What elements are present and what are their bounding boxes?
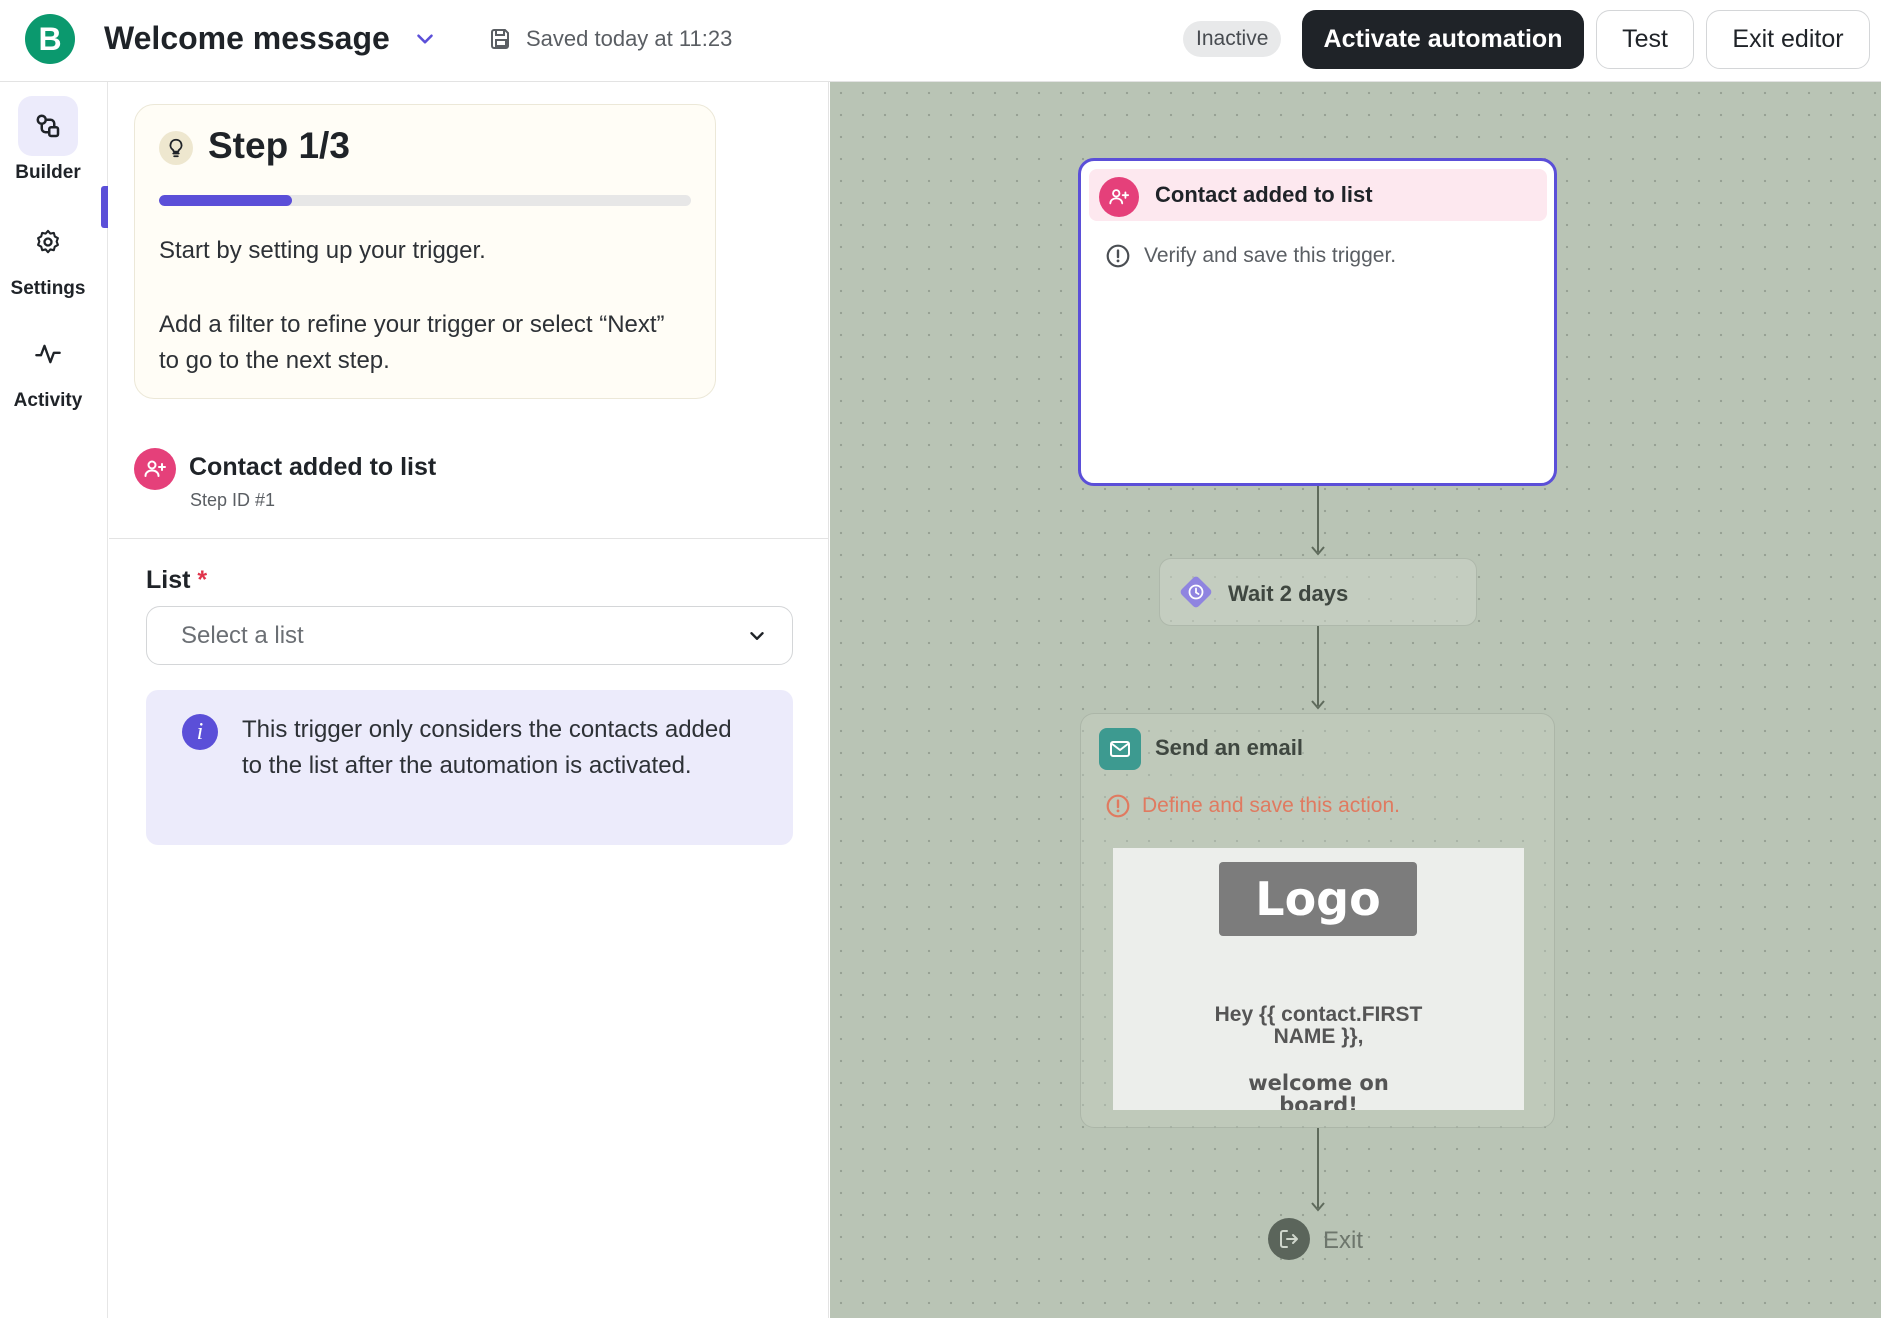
save-icon <box>491 29 509 49</box>
send-email-node[interactable]: Send an email Define and save this actio… <box>1080 713 1555 1128</box>
chevron-down-icon[interactable] <box>412 26 438 52</box>
contact-add-icon <box>1099 177 1139 217</box>
arrow-down-icon <box>1311 1202 1325 1212</box>
trigger-node-header: Contact added to list <box>1089 169 1547 221</box>
nav-icon-container <box>18 324 78 384</box>
top-bar: B Welcome message Saved today at 11:23 I… <box>0 0 1881 82</box>
nav-item-settings[interactable]: Settings <box>0 212 96 300</box>
list-label-text: List <box>146 566 191 594</box>
saved-status-text: Saved today at 11:23 <box>526 26 733 51</box>
connector-line <box>1317 486 1319 552</box>
required-mark: * <box>197 566 208 594</box>
exit-node-label: Exit <box>1323 1227 1364 1254</box>
arrow-down-icon <box>1311 700 1325 710</box>
step-instruction: Start by setting up your trigger. <box>159 237 486 264</box>
wait-node-label: Wait 2 days <box>1228 581 1349 606</box>
lightbulb-icon <box>159 131 193 165</box>
step-progress-bar <box>159 195 691 206</box>
list-select[interactable]: Select a list <box>146 606 793 665</box>
list-field-label: List * <box>146 566 207 595</box>
nav-active-indicator <box>101 186 108 228</box>
activate-automation-button[interactable]: Activate automation <box>1302 10 1584 69</box>
nav-item-builder[interactable]: Builder <box>0 96 96 184</box>
builder-icon <box>36 114 60 138</box>
trigger-node-warning: Verify and save this trigger. <box>1144 244 1397 267</box>
connector-line <box>1317 626 1319 706</box>
exit-node[interactable]: Exit <box>1268 1218 1388 1260</box>
chevron-down-icon <box>750 632 764 640</box>
arrow-down-icon <box>1311 546 1325 556</box>
info-icon: i <box>182 714 218 750</box>
email-node-title: Send an email <box>1155 735 1303 760</box>
trigger-title: Contact added to list <box>189 453 437 481</box>
test-button[interactable]: Test <box>1596 10 1694 69</box>
email-preview-thumbnail[interactable]: Logo Hey {{ contact.FIRSTNAME }}, welcom… <box>1113 848 1524 1110</box>
trigger-node[interactable]: Contact added to list Verify and save th… <box>1078 158 1557 486</box>
trigger-step-id: Step ID #1 <box>190 490 276 510</box>
trigger-node-title: Contact added to list <box>1155 182 1373 207</box>
wait-node[interactable]: Wait 2 days <box>1159 558 1477 626</box>
activity-icon <box>35 344 61 364</box>
nav-label-activity: Activity <box>13 390 83 411</box>
nav-label-builder: Builder <box>15 162 81 183</box>
brand-logo[interactable]: B <box>25 14 75 64</box>
contact-add-icon <box>134 448 176 490</box>
preview-logo-placeholder: Logo <box>1219 862 1417 936</box>
nav-icon-container <box>18 96 78 156</box>
nav-item-activity[interactable]: Activity <box>0 324 96 412</box>
gear-icon <box>37 229 59 254</box>
connector-line <box>1317 1128 1319 1208</box>
automation-title[interactable]: Welcome message <box>104 20 390 57</box>
info-text: This trigger only considers the contacts… <box>242 716 732 779</box>
info-callout: i This trigger only considers the contac… <box>146 690 793 845</box>
step-progress-fill <box>159 195 292 206</box>
exit-editor-button[interactable]: Exit editor <box>1706 10 1870 69</box>
preview-welcome: welcome on board! <box>1248 1071 1389 1110</box>
panel-divider <box>109 538 829 539</box>
email-node-warning: Define and save this action. <box>1142 794 1400 817</box>
step-guide-card: Step 1/3 Start by setting up your trigge… <box>134 104 716 399</box>
alert-circle-icon <box>1106 244 1130 268</box>
status-badge: Inactive <box>1183 21 1282 57</box>
list-select-placeholder: Select a list <box>181 622 304 649</box>
clock-icon <box>1180 576 1212 608</box>
step-title: Step 1/3 <box>208 125 350 166</box>
alert-circle-icon <box>1106 794 1130 818</box>
step-hint: Add a filter to refine your trigger or s… <box>159 311 665 374</box>
nav-icon-container <box>18 212 78 272</box>
left-nav: Builder Settings Activity <box>0 82 108 1318</box>
exit-icon <box>1268 1218 1310 1260</box>
nav-label-settings: Settings <box>10 278 86 299</box>
preview-greeting: Hey {{ contact.FIRSTNAME }}, <box>1214 1003 1423 1048</box>
envelope-icon <box>1099 728 1141 770</box>
